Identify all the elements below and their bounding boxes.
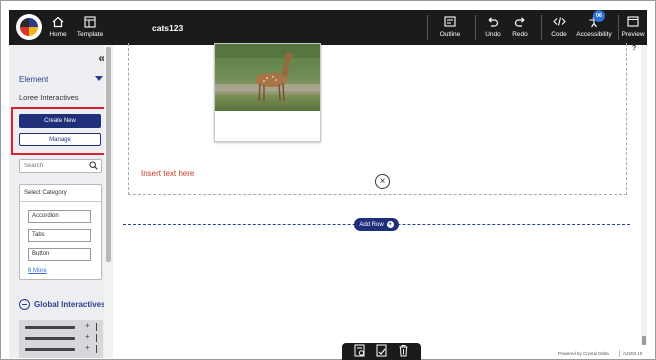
canvas-scrollbar[interactable] [641, 45, 647, 345]
toolbar-divider [475, 15, 476, 40]
undo-icon [487, 14, 499, 29]
accessibility-label: Accessibility [576, 31, 612, 38]
redo-icon [514, 14, 526, 29]
category-item[interactable]: Accordion [28, 210, 91, 223]
powered-by-text: Powered by Crystal Delta [558, 351, 609, 356]
insert-text-placeholder[interactable]: Insert text here [141, 169, 194, 178]
add-row-button[interactable]: Add Row + [354, 218, 399, 231]
left-sidebar: « Element Loree Interactives Create New … [9, 45, 113, 358]
top-toolbar: Home Template cats123 Outline Undo Redo … [9, 10, 647, 45]
manage-button[interactable]: Manage [19, 133, 101, 146]
redo-button[interactable]: Redo [511, 14, 529, 42]
outline-button[interactable]: Outline [437, 14, 463, 42]
plus-icon[interactable]: + [85, 321, 90, 330]
global-interactives-list: + + + [19, 320, 103, 358]
toolbar-divider [541, 15, 542, 40]
document-title[interactable]: cats123 [152, 23, 183, 33]
home-button[interactable]: Home [49, 14, 67, 42]
undo-button[interactable]: Undo [484, 14, 502, 42]
save-draft-icon[interactable] [353, 344, 366, 359]
search-box [19, 159, 102, 173]
divider [20, 201, 101, 202]
global-interactives-label: Global Interactives [34, 300, 106, 309]
sidebar-scrollbar[interactable] [104, 45, 113, 358]
preview-button[interactable]: Preview [621, 14, 645, 42]
plus-icon[interactable]: + [85, 332, 90, 341]
redo-label: Redo [512, 31, 528, 38]
deer-photo[interactable] [215, 44, 320, 111]
close-icon[interactable]: × [375, 174, 390, 189]
list-item[interactable] [25, 348, 75, 351]
add-row-label: Add Row [359, 221, 384, 228]
outline-label: Outline [439, 31, 461, 38]
editor-canvas: Insert text here × Add Row + [123, 43, 630, 345]
plus-icon: + [386, 221, 394, 228]
template-icon [84, 14, 96, 29]
template-label: Template [76, 31, 104, 38]
loree-interactives-label: Loree Interactives [19, 93, 79, 102]
undo-label: Undo [485, 31, 501, 38]
content-row[interactable]: Insert text here × [128, 43, 627, 195]
help-icon[interactable]: ? [632, 45, 636, 52]
accessibility-button[interactable]: 06 Accessibility [576, 10, 612, 42]
delete-icon[interactable] [397, 344, 410, 359]
divider [619, 350, 620, 357]
collapse-minus-icon[interactable] [19, 299, 30, 310]
accessibility-badge: 06 [593, 10, 605, 22]
divider [96, 323, 97, 331]
search-icon[interactable] [89, 161, 98, 172]
toolbar-divider [618, 15, 619, 40]
home-icon [52, 14, 64, 29]
list-item[interactable] [25, 337, 75, 340]
version-text: A2203.10 [623, 351, 643, 356]
global-interactives-header[interactable]: Global Interactives [19, 299, 106, 310]
toolbar-divider [427, 15, 428, 40]
scrollbar-thumb[interactable] [642, 336, 646, 345]
category-item[interactable]: Button [28, 248, 91, 261]
list-item[interactable] [25, 326, 75, 329]
more-categories-link[interactable]: 6 More [28, 268, 47, 274]
divider [96, 345, 97, 353]
plus-icon[interactable]: + [85, 343, 90, 352]
image-card[interactable] [214, 43, 321, 142]
preview-label: Preview [621, 31, 645, 38]
category-panel: Select Category Accordion Tabs Button 6 … [19, 184, 102, 280]
outline-icon [444, 14, 456, 29]
code-label: Code [551, 31, 567, 38]
scrollbar-thumb[interactable] [106, 47, 111, 262]
category-item[interactable]: Tabs [28, 229, 91, 242]
divider [96, 334, 97, 342]
element-section-label[interactable]: Element [19, 75, 48, 84]
search-input[interactable] [20, 160, 84, 172]
code-icon [552, 14, 566, 29]
chevron-down-icon[interactable] [95, 76, 103, 81]
app-logo [16, 14, 42, 40]
code-button[interactable]: Code [550, 14, 568, 42]
category-title: Select Category [24, 190, 67, 196]
preview-icon [627, 14, 639, 29]
home-label: Home [49, 31, 67, 38]
bottom-action-bar [342, 343, 421, 360]
accessibility-icon: 06 [588, 10, 605, 29]
save-check-icon[interactable] [375, 344, 388, 359]
create-new-button[interactable]: Create New [19, 114, 101, 128]
template-button[interactable]: Template [76, 14, 104, 42]
